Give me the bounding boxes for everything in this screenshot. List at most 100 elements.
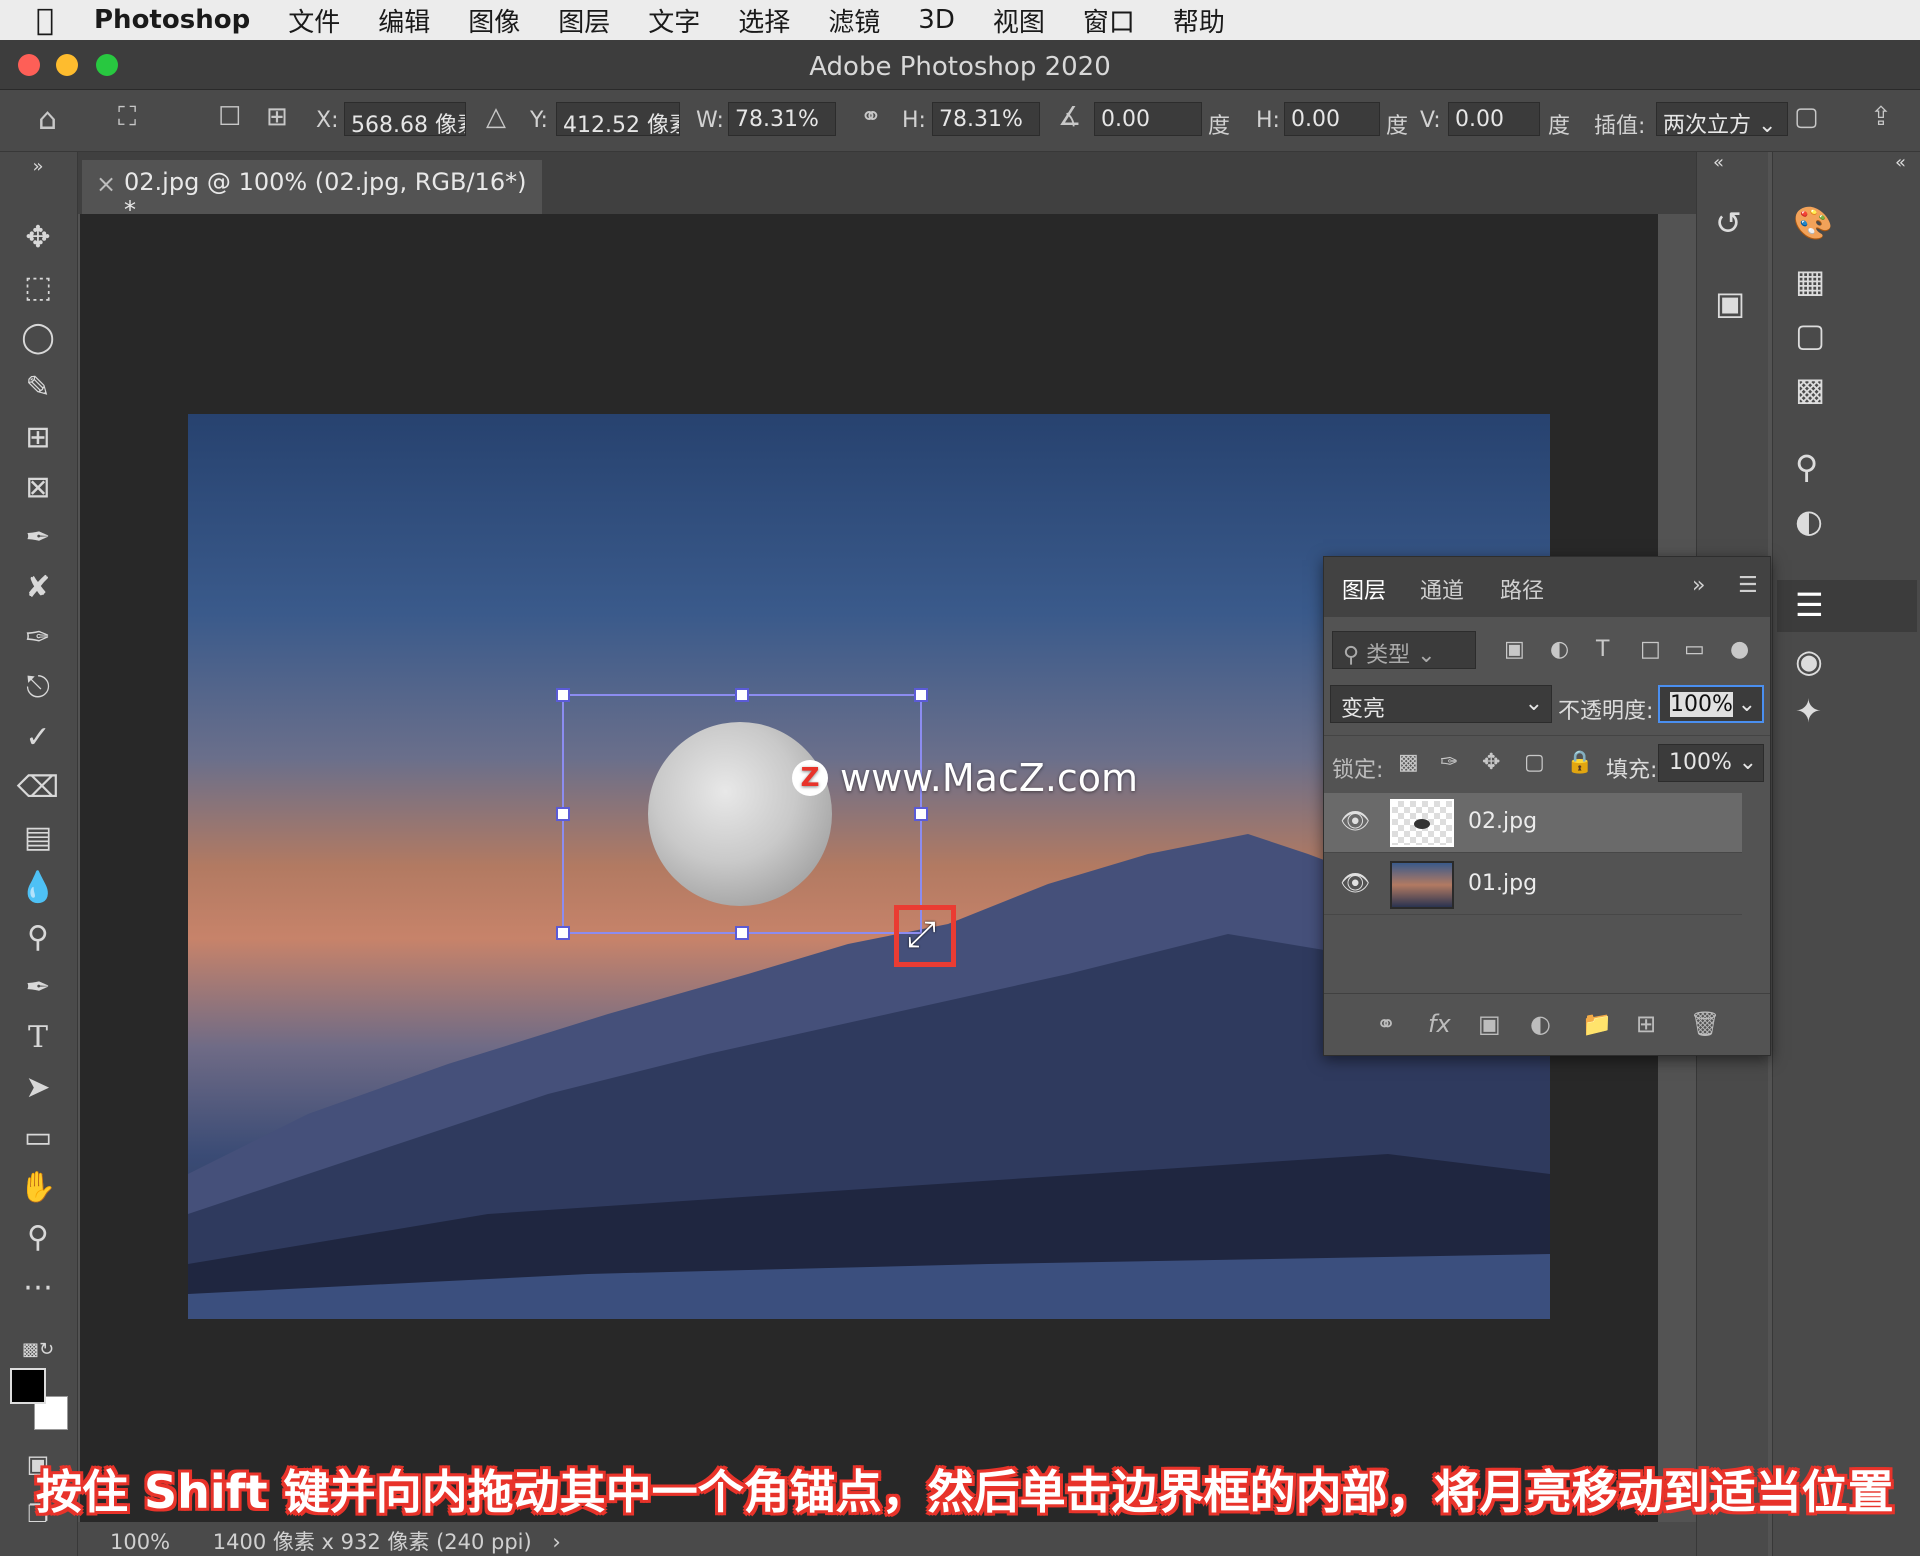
reference-point-grid-icon[interactable]: ⊞: [266, 102, 288, 132]
status-expand-icon[interactable]: ›: [552, 1530, 560, 1554]
expand-toolbar-icon[interactable]: »: [16, 156, 60, 178]
lasso-tool-icon[interactable]: ◯: [16, 316, 60, 360]
clone-stamp-tool-icon[interactable]: ⎋: [16, 666, 60, 710]
healing-brush-tool-icon[interactable]: ✘: [16, 566, 60, 610]
layer-style-fx-icon[interactable]: fx: [1428, 1010, 1451, 1038]
lock-transparent-pixels-icon[interactable]: ▩: [1398, 750, 1419, 775]
vertical-skew-input[interactable]: 0.00: [1448, 102, 1540, 136]
lock-image-pixels-icon[interactable]: ✑: [1440, 750, 1458, 775]
height-input[interactable]: 78.31%: [932, 102, 1040, 136]
horizontal-skew-input[interactable]: 0.00: [1284, 102, 1380, 136]
collapse-dock-icon[interactable]: «: [1713, 152, 1724, 173]
patterns-panel-icon[interactable]: ▩: [1795, 370, 1825, 408]
default-colors-icon[interactable]: ▩↻: [16, 1328, 60, 1372]
lock-artboard-icon[interactable]: ▢: [1524, 750, 1545, 775]
delete-layer-icon[interactable]: 🗑: [1690, 1010, 1720, 1038]
learn-panel-icon[interactable]: ⚲: [1795, 448, 1818, 486]
menu-app-name[interactable]: Photoshop: [94, 5, 250, 35]
close-tab-icon[interactable]: ×: [96, 170, 116, 198]
fill-input[interactable]: 100% ⌄: [1658, 744, 1764, 782]
handle-middle-left[interactable]: [556, 807, 570, 821]
filter-adjustment-icon[interactable]: ◐: [1550, 637, 1569, 662]
filter-smart-object-icon[interactable]: ▭: [1684, 637, 1705, 662]
foreground-color-swatch[interactable]: [10, 1368, 46, 1404]
more-tools-icon[interactable]: ⋯: [16, 1266, 60, 1310]
quick-selection-tool-icon[interactable]: ✎: [16, 366, 60, 410]
layer-row-02[interactable]: 👁 02.jpg: [1324, 793, 1742, 853]
menu-image[interactable]: 图像: [468, 2, 520, 39]
menu-filter[interactable]: 滤镜: [828, 2, 880, 39]
menu-edit[interactable]: 编辑: [378, 2, 430, 39]
menu-select[interactable]: 选择: [738, 2, 790, 39]
x-position-input[interactable]: 568.68 像素: [344, 102, 466, 136]
menu-window[interactable]: 窗口: [1083, 2, 1135, 39]
menu-type[interactable]: 文字: [648, 2, 700, 39]
lock-all-icon[interactable]: 🔒: [1566, 750, 1593, 775]
tab-channels[interactable]: 通道: [1420, 573, 1464, 605]
handle-top-left[interactable]: [556, 688, 570, 702]
marquee-tool-icon[interactable]: ⬚: [16, 266, 60, 310]
transform-bounding-box[interactable]: [556, 688, 928, 940]
channels-panel-icon[interactable]: ◉: [1795, 642, 1823, 680]
collapse-dock-icon-2[interactable]: «: [1895, 152, 1906, 173]
new-layer-icon[interactable]: ⊞: [1636, 1010, 1656, 1038]
eraser-tool-icon[interactable]: ⌫: [16, 766, 60, 810]
interpolation-select[interactable]: 两次立方 ⌄: [1656, 102, 1788, 136]
layer-row-01[interactable]: 👁 01.jpg: [1324, 855, 1742, 915]
zoom-tool-icon[interactable]: ⚲: [16, 1216, 60, 1260]
handle-top-center[interactable]: [735, 688, 749, 702]
apple-icon[interactable]: : [36, 3, 94, 38]
brush-tool-icon[interactable]: ✑: [16, 616, 60, 660]
reference-point-checkbox[interactable]: ☐: [218, 102, 241, 132]
menu-layer[interactable]: 图层: [558, 2, 610, 39]
gradients-panel-icon[interactable]: ▢: [1795, 316, 1825, 354]
adjustments-panel-icon[interactable]: ◐: [1795, 502, 1823, 540]
new-group-icon[interactable]: 📁: [1582, 1010, 1612, 1038]
visibility-eye-icon[interactable]: 👁: [1340, 807, 1370, 835]
link-layers-icon[interactable]: ⚭: [1376, 1010, 1396, 1038]
frame-tool-icon[interactable]: ⊠: [16, 466, 60, 510]
fill-chevron-icon[interactable]: ⌄: [1739, 750, 1757, 775]
menu-3d[interactable]: 3D: [918, 5, 955, 35]
pen-tool-icon[interactable]: ✒: [16, 966, 60, 1010]
color-panel-icon[interactable]: 🎨: [1793, 204, 1833, 242]
3d-panel-icon[interactable]: ▣: [1715, 284, 1745, 322]
lock-position-icon[interactable]: ✥: [1482, 750, 1500, 775]
width-input[interactable]: 78.31%: [728, 102, 836, 136]
type-tool-icon[interactable]: T: [16, 1016, 60, 1060]
menu-help[interactable]: 帮助: [1173, 2, 1225, 39]
panel-menu-icon[interactable]: ☰: [1738, 573, 1758, 598]
menu-view[interactable]: 视图: [993, 2, 1045, 39]
history-panel-icon[interactable]: ↺: [1715, 204, 1742, 242]
layers-panel-icon[interactable]: ☰: [1795, 586, 1824, 624]
rotate-angle-input[interactable]: 0.00: [1094, 102, 1202, 136]
add-mask-icon[interactable]: ▣: [1478, 1010, 1501, 1038]
opacity-input[interactable]: 100% ⌄: [1658, 685, 1764, 723]
menu-file[interactable]: 文件: [288, 2, 340, 39]
zoom-level[interactable]: 100%: [110, 1530, 170, 1554]
handle-bottom-center[interactable]: [735, 926, 749, 940]
share-icon[interactable]: ⇪: [1870, 102, 1892, 132]
blur-tool-icon[interactable]: 💧: [16, 866, 60, 910]
visibility-eye-icon[interactable]: 👁: [1340, 869, 1370, 897]
handle-middle-right[interactable]: [914, 807, 928, 821]
dodge-tool-icon[interactable]: ⚲: [16, 916, 60, 960]
link-icon[interactable]: ⚭: [860, 102, 882, 132]
blend-mode-select[interactable]: 变亮 ⌄: [1330, 685, 1552, 723]
filter-toggle-icon[interactable]: ●: [1730, 637, 1749, 662]
path-selection-tool-icon[interactable]: ➤: [16, 1066, 60, 1110]
tab-paths[interactable]: 路径: [1500, 573, 1544, 605]
layer-filter-select[interactable]: ⚲ 类型 ⌄: [1332, 631, 1476, 669]
new-adjustment-layer-icon[interactable]: ◐: [1530, 1010, 1551, 1038]
transform-tool-icon[interactable]: ⛶: [118, 102, 136, 133]
tab-layers[interactable]: 图层: [1342, 573, 1386, 605]
delta-icon[interactable]: △: [486, 102, 506, 132]
hand-tool-icon[interactable]: ✋: [16, 1166, 60, 1210]
opacity-chevron-icon[interactable]: ⌄: [1738, 692, 1756, 717]
gradient-tool-icon[interactable]: ▤: [16, 816, 60, 860]
move-tool-icon[interactable]: ✥: [16, 216, 60, 260]
y-position-input[interactable]: 412.52 像素: [556, 102, 680, 136]
home-icon[interactable]: ⌂: [38, 102, 57, 137]
history-brush-tool-icon[interactable]: ✓: [16, 716, 60, 760]
warp-icon[interactable]: ▢: [1794, 102, 1819, 132]
